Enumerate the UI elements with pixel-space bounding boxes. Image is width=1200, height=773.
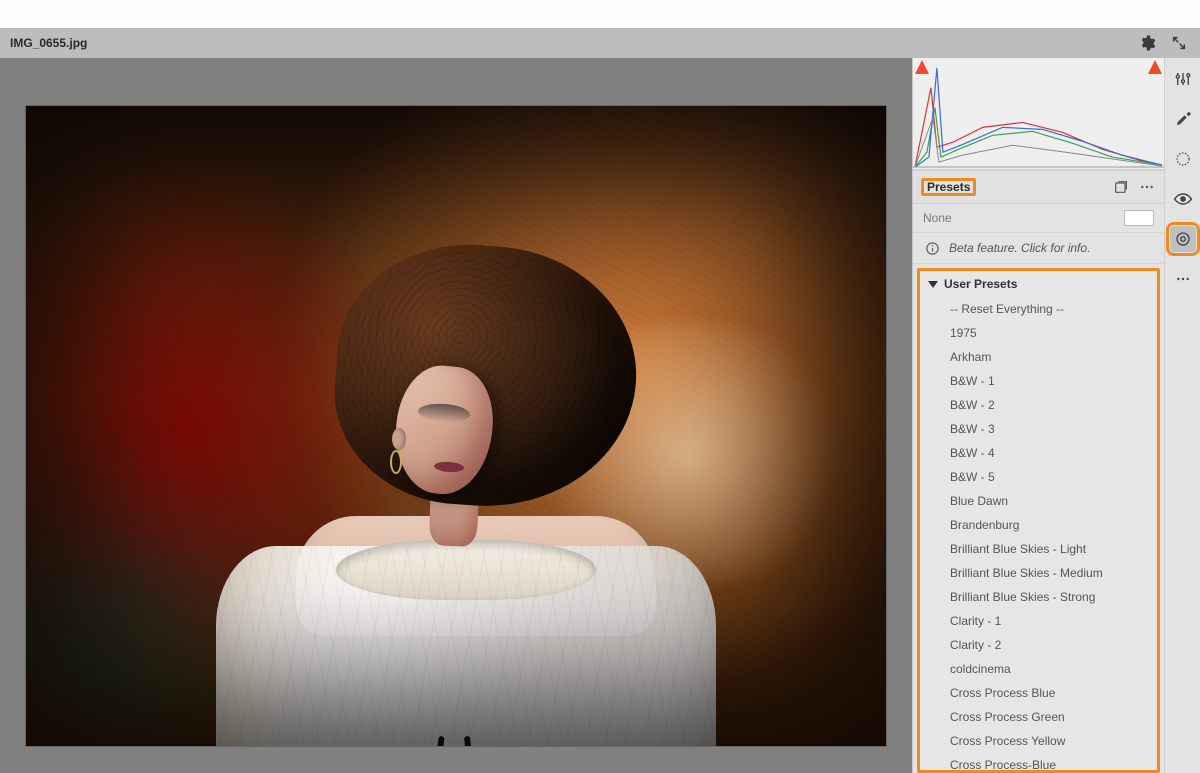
preset-item[interactable]: B&W - 1 [920, 369, 1157, 393]
preset-item[interactable]: B&W - 5 [920, 465, 1157, 489]
preset-item[interactable]: Cross Process Blue [920, 681, 1157, 705]
sliders-icon[interactable] [1170, 66, 1196, 92]
filename-label: IMG_0655.jpg [10, 36, 87, 50]
tool-rail [1164, 58, 1200, 773]
new-preset-icon[interactable] [1112, 178, 1130, 196]
presets-icon[interactable] [1170, 226, 1196, 252]
preset-item[interactable]: Brilliant Blue Skies - Light [920, 537, 1157, 561]
beta-info-row[interactable]: Beta feature. Click for info. [913, 233, 1164, 264]
user-presets-label: User Presets [944, 277, 1017, 291]
histogram-graph [913, 58, 1164, 169]
preset-item[interactable]: coldcinema [920, 657, 1157, 681]
preset-item[interactable]: Brilliant Blue Skies - Strong [920, 585, 1157, 609]
radial-icon[interactable] [1170, 146, 1196, 172]
preset-item[interactable]: Cross Process Yellow [920, 729, 1157, 753]
preset-item[interactable]: Brilliant Blue Skies - Medium [920, 561, 1157, 585]
more-options-icon[interactable] [1138, 178, 1156, 196]
more-icon[interactable] [1170, 266, 1196, 292]
eyedropper-icon[interactable] [1170, 106, 1196, 132]
preset-item[interactable]: Clarity - 1 [920, 609, 1157, 633]
preset-item[interactable]: 1975 [920, 321, 1157, 345]
preset-none-swatch [1124, 210, 1154, 226]
user-presets-group[interactable]: User Presets [920, 271, 1157, 297]
preset-item[interactable]: -- Reset Everything -- [920, 297, 1157, 321]
image-canvas[interactable] [0, 58, 912, 773]
preset-item[interactable]: Cross Process Green [920, 705, 1157, 729]
preset-none-row[interactable]: None [913, 204, 1164, 233]
preset-item[interactable]: Brandenburg [920, 513, 1157, 537]
info-icon [923, 239, 941, 257]
presets-title: Presets [921, 178, 976, 196]
eye-icon[interactable] [1170, 186, 1196, 212]
edited-photo [26, 106, 886, 746]
preset-none-label: None [923, 211, 952, 225]
gear-icon[interactable] [1136, 32, 1158, 54]
preset-item[interactable]: B&W - 2 [920, 393, 1157, 417]
preset-item[interactable]: Cross Process-Blue [920, 753, 1157, 770]
presets-panel-header: Presets [913, 170, 1164, 204]
right-panel: Presets None Beta feature. Click for inf… [912, 58, 1164, 773]
preset-item[interactable]: B&W - 4 [920, 441, 1157, 465]
histogram[interactable] [913, 58, 1164, 170]
disclosure-triangle-icon [928, 281, 938, 288]
presets-list-highlight: User Presets -- Reset Everything --1975A… [917, 268, 1160, 773]
preset-item[interactable]: B&W - 3 [920, 417, 1157, 441]
header-toolbar: IMG_0655.jpg [0, 28, 1200, 58]
window-chrome [0, 0, 1200, 28]
preset-item[interactable]: Blue Dawn [920, 489, 1157, 513]
fullscreen-icon[interactable] [1168, 32, 1190, 54]
beta-info-text: Beta feature. Click for info. [949, 241, 1090, 255]
presets-list[interactable]: User Presets -- Reset Everything --1975A… [920, 271, 1157, 770]
preset-item[interactable]: Arkham [920, 345, 1157, 369]
preset-item[interactable]: Clarity - 2 [920, 633, 1157, 657]
